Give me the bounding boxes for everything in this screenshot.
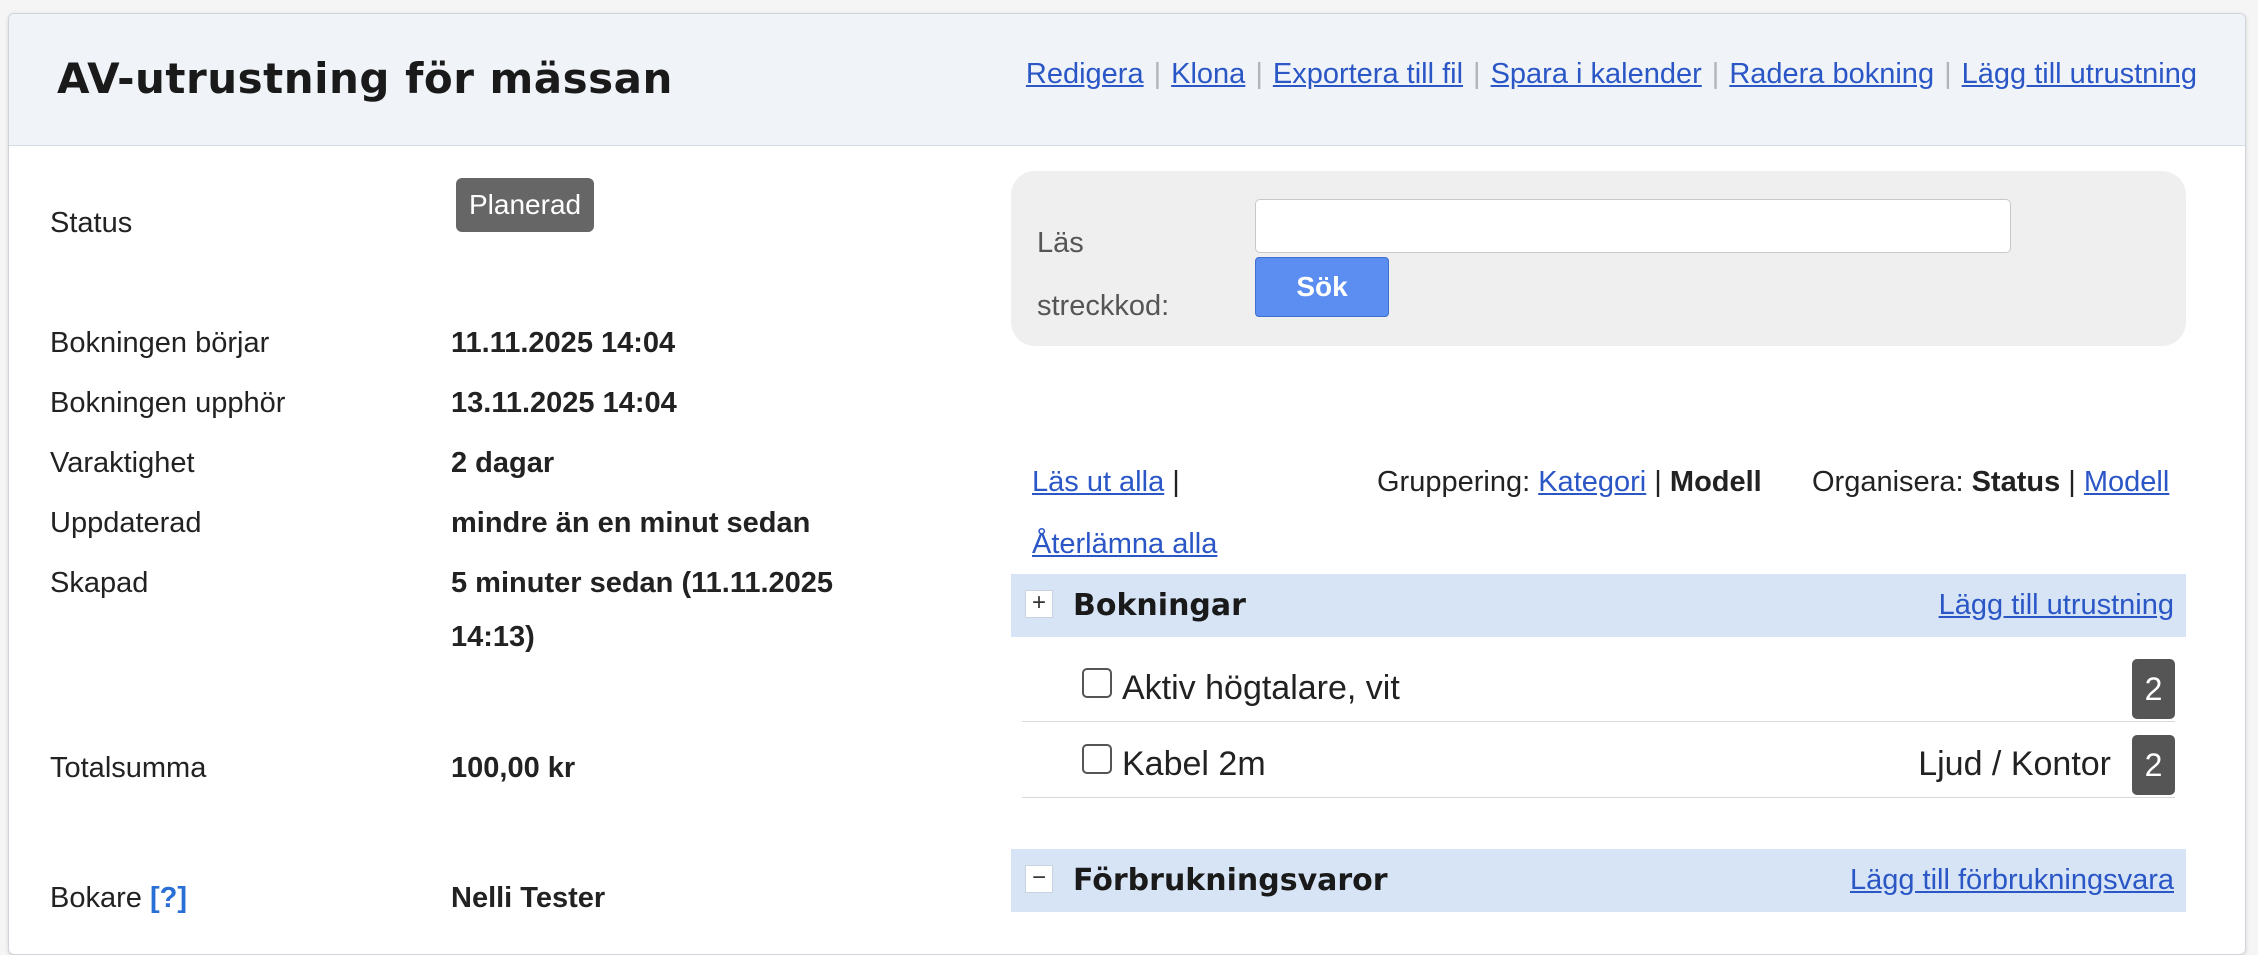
group-header-consumables: − Förbrukningsvaror Lägg till förbruknin…	[1011, 849, 2186, 912]
barcode-label-cont: streckkod:	[1037, 290, 1170, 322]
separator: |	[2068, 466, 2076, 498]
created-value: 5 minuter sedan (11.11.2025	[451, 567, 834, 599]
quantity-badge: 2	[2132, 659, 2175, 719]
organize-model-link[interactable]: Modell	[2084, 466, 2169, 498]
start-value: 11.11.2025 14:04	[451, 327, 676, 359]
organize-label: Organisera:	[1812, 466, 1964, 498]
separator: |	[1711, 58, 1720, 90]
quantity-badge: 2	[2132, 735, 2175, 795]
duration-label: Varaktighet	[50, 447, 195, 479]
clone-link[interactable]: Klona	[1171, 58, 1245, 90]
separator: |	[1153, 58, 1162, 90]
save-calendar-link[interactable]: Spara i kalender	[1491, 58, 1702, 90]
delete-booking-link[interactable]: Radera bokning	[1729, 58, 1934, 90]
separator: |	[1172, 466, 1180, 498]
duration-value: 2 dagar	[451, 447, 555, 479]
updated-label: Uppdaterad	[50, 507, 202, 539]
start-label: Bokningen börjar	[50, 327, 270, 359]
separator: |	[1654, 466, 1662, 498]
checkout-all-link[interactable]: Läs ut alla	[1032, 466, 1164, 498]
booker-help-link[interactable]: [?]	[150, 882, 187, 914]
barcode-label: Läs	[1037, 227, 1084, 259]
updated-value: mindre än en minut sedan	[451, 507, 811, 539]
item-name: Kabel 2m	[1122, 745, 1266, 783]
separator: |	[1944, 58, 1952, 90]
status-badge: Planerad	[456, 178, 595, 232]
organize-control: Organisera: Status | Modell	[1812, 466, 2169, 499]
created-value-cont: 14:13)	[451, 621, 535, 653]
item-name: Aktiv högtalare, vit	[1122, 669, 1400, 707]
group-header-bookings: + Bokningar Lägg till utrustning	[1011, 574, 2186, 637]
expand-toggle[interactable]: +	[1025, 590, 1053, 618]
item-checkbox[interactable]	[1082, 668, 1112, 698]
barcode-box	[1011, 171, 2186, 346]
group-title: Bokningar	[1073, 588, 1246, 623]
separator: |	[1473, 58, 1481, 90]
booker-label: Bokare	[50, 882, 142, 914]
total-label: Totalsumma	[50, 752, 207, 784]
add-consumable-link[interactable]: Lägg till förbrukningsvara	[1850, 864, 2174, 897]
end-value: 13.11.2025 14:04	[451, 387, 677, 419]
list-item: Aktiv högtalare, vit 2	[1022, 645, 2175, 722]
add-equipment-link[interactable]: Lägg till utrustning	[1962, 58, 2197, 90]
header-actions: Redigera | Klona | Exportera till fil | Spara …	[1026, 58, 2197, 91]
booker-value: Nelli Tester	[451, 882, 606, 914]
organize-status-active: Status	[1971, 466, 2061, 498]
item-checkbox[interactable]	[1082, 744, 1112, 774]
grouping-category-link[interactable]: Kategori	[1538, 466, 1646, 498]
return-all-link[interactable]: Återlämna alla	[1032, 528, 1217, 560]
end-label: Bokningen upphör	[50, 387, 286, 419]
booker-label-row: Bokare [?]	[50, 882, 187, 915]
booking-header: AV-utrustning för mässan Redigera | Klona |…	[9, 14, 2245, 146]
status-label: Status	[50, 207, 133, 239]
return-toolbar: Återlämna alla	[1032, 528, 1217, 561]
item-category: Ljud / Kontor	[1918, 745, 2111, 783]
list-item: Kabel 2m Ljud / Kontor 2	[1022, 721, 2175, 798]
collapse-toggle[interactable]: −	[1025, 865, 1053, 893]
barcode-input[interactable]	[1255, 199, 2011, 253]
edit-link[interactable]: Redigera	[1026, 58, 1144, 90]
search-button[interactable]: Sök	[1255, 257, 1389, 317]
export-link[interactable]: Exportera till fil	[1273, 58, 1463, 90]
total-value: 100,00 kr	[451, 752, 576, 784]
checkout-toolbar: Läs ut alla |	[1032, 466, 1180, 499]
grouping-model-active: Modell	[1669, 466, 1762, 498]
add-equipment-group-link[interactable]: Lägg till utrustning	[1939, 589, 2174, 622]
separator: |	[1255, 58, 1263, 90]
page-title: AV-utrustning för mässan	[57, 54, 673, 103]
created-label: Skapad	[50, 567, 149, 599]
group-title: Förbrukningsvaror	[1073, 863, 1388, 898]
grouping-control: Gruppering: Kategori | Modell	[1377, 466, 1762, 499]
grouping-label: Gruppering:	[1377, 466, 1531, 498]
